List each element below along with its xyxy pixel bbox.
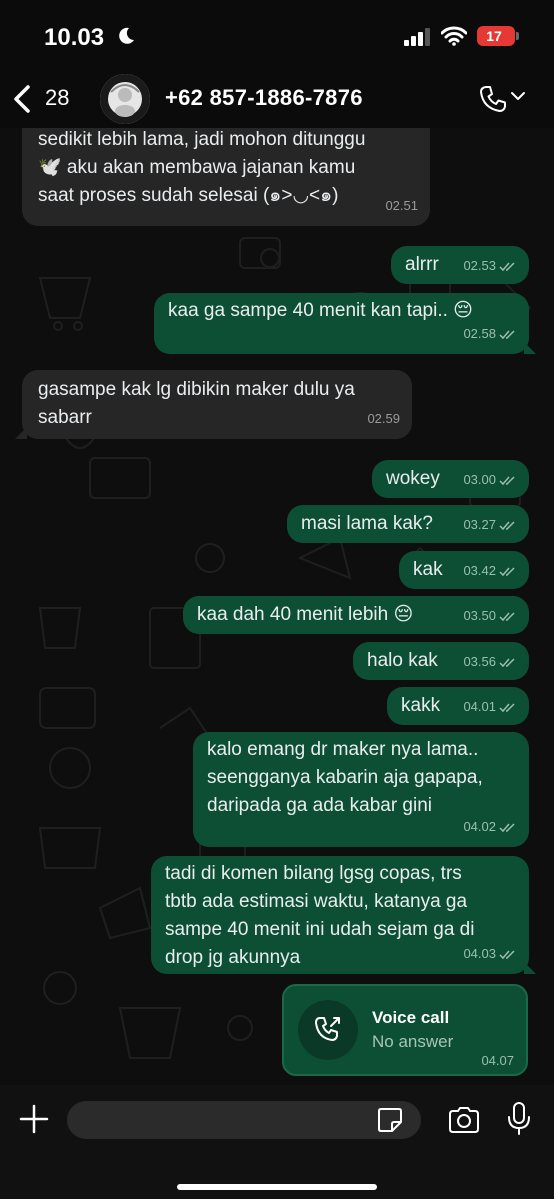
message-bubble[interactable]: sedikit lebih lama, jadi mohon ditunggu … [22,128,430,226]
read-ticks-icon [499,566,515,576]
message-bubble[interactable]: tadi di komen bilang lgsg copas, trs tbt… [151,856,536,974]
chat-area[interactable]: sedikit lebih lama, jadi mohon ditunggu … [0,128,554,1085]
read-ticks-icon [499,657,515,667]
back-icon[interactable] [10,84,36,114]
chevron-down-icon[interactable] [510,90,526,102]
call-status: No answer [372,1032,454,1051]
message-bubble[interactable]: halo kak 03.56 [353,642,529,680]
message-bubble[interactable]: kaa ga sampe 40 menit kan tapi.. 😔 02.58 [154,293,536,354]
voice-call-card[interactable]: Voice call No answer 04.07 [282,984,528,1076]
status-bar: 10.03 17 [0,0,554,72]
message-bubble[interactable]: kalo emang dr maker nya lama.. seenggany… [193,732,529,847]
message-bubble[interactable]: wokey 03.00 [372,460,529,498]
read-ticks-icon [499,611,515,621]
home-indicator [177,1184,377,1190]
battery-level: 17 [486,28,502,44]
message-bubble[interactable]: kakk 04.01 [387,687,529,725]
missed-call-icon [315,1017,340,1041]
moon-icon [119,27,134,44]
contact-name[interactable]: +62 857-1886-7876 [165,85,363,111]
message-bubble[interactable]: masi lama kak? 03.27 [287,505,529,543]
back-unread-count[interactable]: 28 [45,85,69,111]
read-ticks-icon [499,822,515,832]
read-ticks-icon [499,261,515,271]
message-bubble[interactable]: alrrr 02.53 [391,246,529,284]
message-meta: 02.51 [385,198,418,213]
camera-icon[interactable] [447,1105,481,1135]
read-ticks-icon [499,329,515,339]
message-input[interactable] [67,1101,421,1139]
read-ticks-icon [499,702,515,712]
microphone-icon[interactable] [506,1101,532,1137]
wifi-icon [441,26,467,46]
call-title: Voice call [372,1008,450,1027]
message-bubble[interactable]: kaa dah 40 menit lebih 😔 03.50 [183,596,529,634]
phone-call-icon[interactable] [478,84,508,114]
status-time: 10.03 [44,24,105,51]
call-time: 04.07 [481,1053,514,1068]
message-bubble[interactable]: kak 03.42 [399,551,529,589]
call-icon-circle [298,1000,358,1060]
battery-indicator: 17 [477,26,519,46]
avatar[interactable] [100,74,150,124]
message-bubble[interactable]: gasampe kak lg dibikin maker dulu ya sab… [15,370,412,439]
chat-header: 28 +62 857-1886-7876 [0,72,554,128]
read-ticks-icon [499,520,515,530]
read-ticks-icon [499,475,515,485]
sticker-icon[interactable] [376,1106,404,1134]
read-ticks-icon [499,949,515,959]
plus-icon[interactable] [18,1103,50,1135]
composer-bar [0,1085,554,1199]
signal-icon [404,28,430,46]
